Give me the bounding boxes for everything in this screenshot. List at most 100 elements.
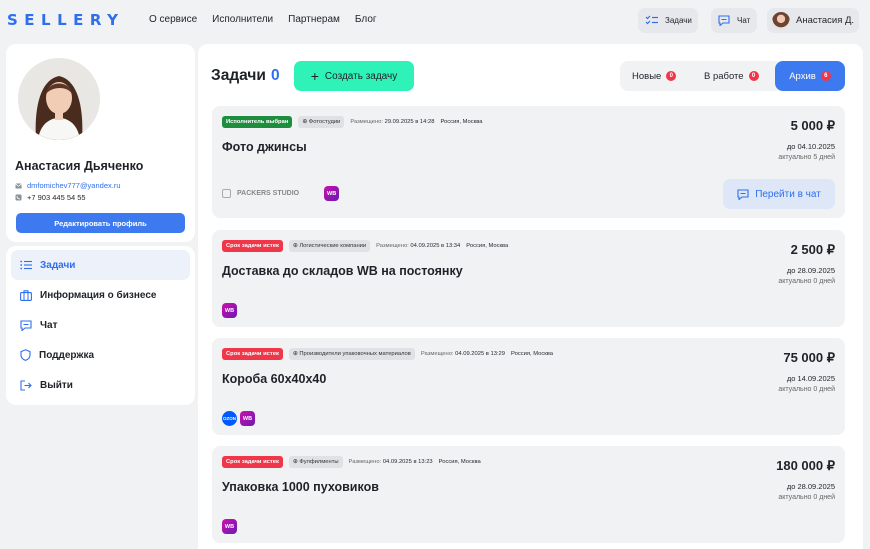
placed-info: Размещено: 04.09.2025 в 13:23 — [349, 459, 433, 465]
tasks-count: 0 — [271, 67, 280, 84]
tasks-panel: Задачи 0 + Создать задачу Новые 0 В рабо… — [198, 44, 863, 549]
chat-icon — [718, 15, 730, 26]
placed-info: Размещено: 29.09.2025 в 14:28 — [350, 119, 434, 125]
edit-profile-button[interactable]: Редактировать профиль — [16, 213, 185, 233]
tab-badge: 6 — [820, 71, 831, 81]
header-tasks-label: Задачи — [665, 16, 692, 25]
header-chat-button[interactable]: Чат — [711, 8, 757, 33]
top-header: SELLERY О сервисе Исполнители Партнерам … — [0, 0, 870, 40]
category-label: Производители упаковочных материалов — [299, 351, 411, 357]
profile-phone-row: +7 903 445 54 55 — [15, 193, 86, 202]
task-price: 5 000 ₽ — [790, 118, 835, 133]
placed-label: Размещено: — [350, 119, 383, 125]
task-location: Россия, Москва — [511, 351, 554, 357]
tab-badge: 0 — [748, 71, 759, 81]
sidebar-item-support[interactable]: Поддержка — [11, 340, 190, 370]
plus-icon: + — [310, 68, 319, 84]
task-card[interactable]: Срок задачи истек ⊕ Логистические компан… — [212, 230, 845, 327]
task-due: до 28.09.2025 — [786, 482, 835, 491]
task-actual: актуально 0 дней — [778, 386, 835, 393]
category-label: Фотостудии — [308, 119, 341, 125]
task-marketplaces: PACKERS STUDIO WB — [222, 186, 340, 201]
profile-name: Анастасия Дьяченко — [15, 159, 144, 173]
placed-date: 04.09.2025 в 13:23 — [382, 459, 433, 465]
status-tabs: Новые 0 В работе 0 Архив 6 — [620, 61, 845, 91]
category-label: Логистические компании — [299, 243, 367, 249]
executor-company[interactable]: PACKERS STUDIO — [222, 189, 299, 198]
sidebar-item-tasks[interactable]: Задачи — [11, 250, 190, 280]
briefcase-icon — [20, 289, 32, 301]
sidebar-item-chat[interactable]: Чат — [11, 310, 190, 340]
status-badge: Срок задачи истек — [222, 348, 283, 360]
nav-partners[interactable]: Партнерам — [288, 14, 340, 25]
placed-date: 04.09.2025 в 13:34 — [410, 243, 461, 249]
sidebar-item-label: Информация о бизнесе — [40, 289, 157, 301]
nav-executors[interactable]: Исполнители — [212, 14, 273, 25]
task-card[interactable]: Срок задачи истек ⊕ Фулфилменты Размещен… — [212, 446, 845, 543]
top-nav: О сервисе Исполнители Партнерам Блог — [149, 14, 377, 25]
sidebar-item-logout[interactable]: Выйти — [11, 370, 190, 400]
task-price: 2 500 ₽ — [790, 242, 835, 257]
sidebar-menu: Задачи Информация о бизнесе Чат Поддержк… — [6, 246, 195, 405]
sellery-logo[interactable]: SELLERY — [7, 11, 125, 29]
category-label: Фулфилменты — [299, 459, 339, 465]
checklist-icon — [645, 15, 658, 25]
sidebar-item-label: Поддержка — [39, 349, 95, 361]
task-actual: актуально 5 дней — [778, 154, 835, 161]
sidebar-item-label: Задачи — [40, 259, 76, 271]
category-tag: ⊕ Логистические компании — [288, 240, 371, 252]
ozon-logo: OZON — [222, 411, 237, 426]
tab-label: Новые — [632, 70, 662, 82]
wb-logo: WB — [240, 411, 255, 426]
sidebar-item-label: Выйти — [40, 379, 73, 391]
task-tags: Срок задачи истек ⊕ Производители упаков… — [222, 348, 553, 360]
task-title[interactable]: Упаковка 1000 пуховиков — [222, 480, 379, 494]
task-title[interactable]: Доставка до складов WB на постоянку — [222, 264, 463, 278]
tab-badge: 0 — [666, 71, 677, 81]
company-name: PACKERS STUDIO — [237, 190, 300, 197]
wb-logo: WB — [222, 519, 237, 534]
page-title: Задачи — [211, 67, 266, 84]
go-to-chat-button[interactable]: Перейти в чат — [723, 179, 835, 209]
profile-avatar — [18, 58, 100, 140]
task-tags: Исполнитель выбран ⊕ Фотостудии Размещен… — [222, 116, 482, 128]
tab-label: В работе — [704, 70, 744, 82]
nav-about[interactable]: О сервисе — [149, 14, 197, 25]
tab-new[interactable]: Новые 0 — [632, 61, 677, 91]
tab-in-progress[interactable]: В работе 0 — [704, 61, 759, 91]
nav-blog[interactable]: Блог — [355, 14, 377, 25]
task-actual: актуально 0 дней — [778, 494, 835, 501]
placed-date: 04.09.2025 в 13:29 — [455, 351, 505, 357]
placed-label: Размещено: — [420, 351, 454, 357]
task-due: до 14.09.2025 — [786, 374, 835, 383]
sidebar-item-label: Чат — [40, 319, 58, 331]
task-tags: Срок задачи истек ⊕ Фулфилменты Размещен… — [222, 456, 481, 468]
category-tag: ⊕ Производители упаковочных материалов — [288, 348, 415, 360]
profile-email[interactable]: dmfomichev777@yandex.ru — [27, 181, 121, 190]
category-tag: ⊕ Фулфилменты — [288, 456, 343, 468]
placed-date: 29.09.2025 в 14:28 — [384, 119, 435, 125]
task-due: до 28.09.2025 — [786, 266, 835, 275]
header-user-button[interactable]: Анастасия Д. — [767, 8, 859, 33]
header-tasks-button[interactable]: Задачи — [638, 8, 698, 33]
task-title[interactable]: Короба 60х40х40 — [222, 372, 326, 386]
task-title[interactable]: Фото джинсы — [222, 140, 307, 154]
task-location: Россия, Москва — [438, 459, 481, 465]
list-icon — [20, 260, 32, 270]
header-chat-label: Чат — [737, 16, 751, 25]
wb-logo: WB — [324, 186, 340, 201]
task-card[interactable]: Исполнитель выбран ⊕ Фотостудии Размещен… — [212, 106, 845, 218]
shield-icon — [20, 349, 31, 361]
status-badge: Срок задачи истек — [222, 240, 283, 252]
task-card[interactable]: Срок задачи истек ⊕ Производители упаков… — [212, 338, 845, 435]
tab-archive[interactable]: Архив 6 — [775, 61, 845, 91]
placed-label: Размещено: — [376, 243, 409, 249]
task-price: 75 000 ₽ — [783, 350, 835, 365]
task-location: Россия, Москва — [440, 119, 483, 125]
sidebar-item-business-info[interactable]: Информация о бизнесе — [11, 280, 190, 310]
phone-icon — [15, 194, 22, 201]
status-badge: Срок задачи истек — [222, 456, 283, 468]
create-task-button[interactable]: + Создать задачу — [294, 61, 414, 91]
task-tags: Срок задачи истек ⊕ Логистические компан… — [222, 240, 508, 252]
task-marketplaces: WB — [222, 303, 237, 318]
